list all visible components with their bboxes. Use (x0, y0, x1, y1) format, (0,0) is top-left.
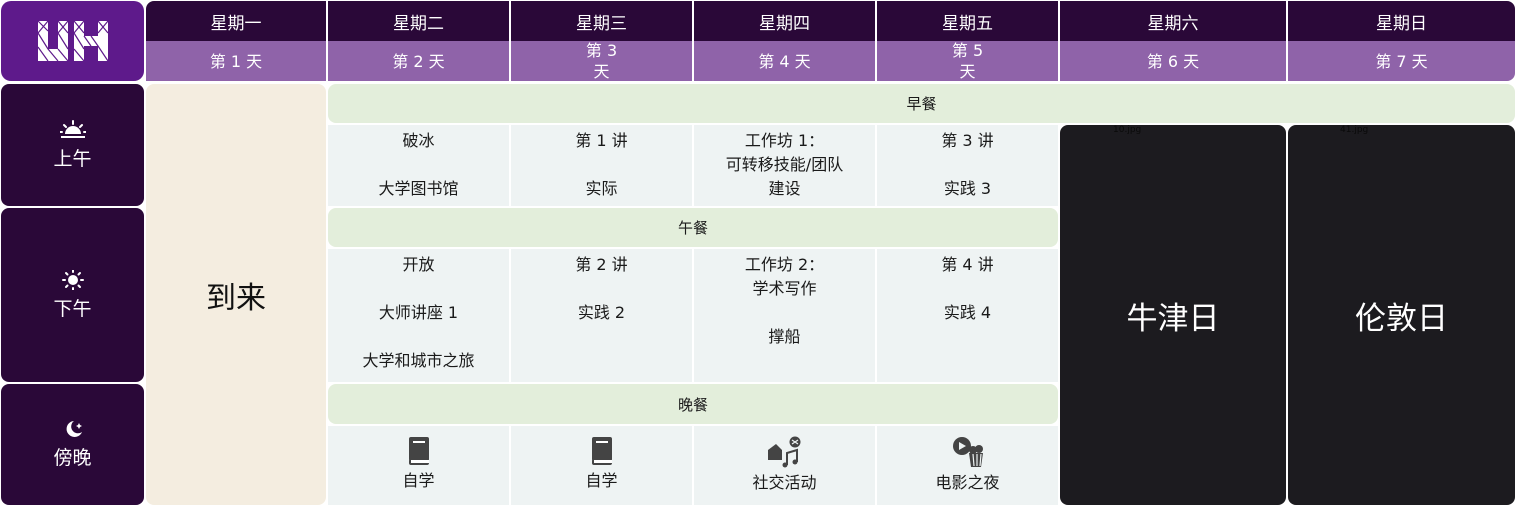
social-media-icon (767, 436, 800, 468)
evening-cell-thu: 社交活动 (694, 426, 875, 505)
uh-logo (1, 1, 144, 81)
morning-text-wed: 第 1 讲 实际 (575, 131, 628, 198)
evening-cell-fri: 电影之夜 (877, 426, 1058, 505)
breakfast-bar: 早餐 (328, 84, 1515, 123)
morning-text-tue: 破冰 大学图书馆 (378, 131, 459, 198)
morning-cell-tue: 破冰 大学图书馆 (328, 125, 509, 206)
afternoon-text-wed: 第 2 讲 实践 2 (575, 255, 628, 322)
lunch-bar: 午餐 (328, 208, 1058, 247)
period-label-afternoon: 下午 (53, 297, 92, 320)
morning-cell-wed: 第 1 讲 实际 (511, 125, 692, 206)
moon-icon (66, 421, 82, 437)
arrival-cell: 到来 (146, 84, 326, 505)
excursion-sunday: 41.jpg 伦敦日 (1288, 125, 1515, 505)
dinner-bar: 晚餐 (328, 384, 1058, 424)
book-icon (591, 437, 612, 465)
afternoon-text-thu: 工作坊 2： 学术写作 撑船 (744, 255, 825, 346)
day-number-tue: 第 2 天 (328, 41, 509, 81)
excursion-title-saturday: 牛津日 (1126, 300, 1220, 337)
day-number-mon: 第 1 天 (146, 41, 326, 81)
evening-label-wed: 自学 (585, 471, 618, 490)
morning-cell-fri: 第 3 讲 实践 3 (877, 125, 1058, 206)
period-label-morning: 上午 (53, 147, 92, 170)
afternoon-cell-tue: 开放 大师讲座 1 大学和城市之旅 (328, 249, 509, 382)
morning-cell-thu: 工作坊 1： 可转移技能/团队 建设 (694, 125, 875, 206)
evening-cell-tue: 自学 (328, 426, 509, 505)
day-name-fri: 星期五 (877, 1, 1058, 41)
period-morning: 上午 (1, 84, 144, 206)
afternoon-text-tue: 开放 大师讲座 1 大学和城市之旅 (362, 255, 475, 370)
day-name-thu: 星期四 (694, 1, 875, 41)
evening-label-fri: 电影之夜 (935, 473, 1000, 492)
book-icon (408, 437, 429, 465)
sunrise-icon (59, 119, 86, 138)
sun-icon (61, 269, 84, 290)
day-number-sat: 第 6 天 (1060, 41, 1286, 81)
period-label-evening: 傍晚 (53, 447, 92, 469)
afternoon-text-fri: 第 4 讲 实践 4 (941, 255, 994, 322)
day-name-mon: 星期一 (146, 1, 326, 41)
period-afternoon: 下午 (1, 208, 144, 382)
movie-popcorn-icon (952, 437, 983, 467)
period-evening: 傍晚 (1, 384, 144, 505)
morning-text-thu: 工作坊 1： 可转移技能/团队 建设 (725, 131, 844, 198)
image-caption-saturday: 10.jpg (1113, 125, 1142, 135)
excursion-title-sunday: 伦敦日 (1355, 300, 1448, 337)
afternoon-cell-fri: 第 4 讲 实践 4 (877, 249, 1058, 382)
day-name-sun: 星期日 (1288, 1, 1515, 41)
evening-label-tue: 自学 (402, 471, 435, 490)
day-name-wed: 星期三 (511, 1, 692, 41)
day-number-wed: 第 3 天 (511, 41, 692, 81)
image-caption-sunday: 41.jpg (1340, 125, 1369, 135)
morning-text-fri: 第 3 讲 实践 3 (941, 131, 994, 198)
evening-cell-wed: 自学 (511, 426, 692, 505)
afternoon-cell-wed: 第 2 讲 实践 2 (511, 249, 692, 382)
day-number-sun: 第 7 天 (1288, 41, 1515, 81)
day-number-fri: 第 5 天 (877, 41, 1058, 81)
uh-logo-icon (36, 20, 108, 62)
day-number-thu: 第 4 天 (694, 41, 875, 81)
excursion-saturday: 10.jpg 牛津日 (1060, 125, 1286, 505)
day-name-tue: 星期二 (328, 1, 509, 41)
afternoon-cell-thu: 工作坊 2： 学术写作 撑船 (694, 249, 875, 382)
day-name-sat: 星期六 (1060, 1, 1286, 41)
evening-label-thu: 社交活动 (752, 473, 817, 492)
